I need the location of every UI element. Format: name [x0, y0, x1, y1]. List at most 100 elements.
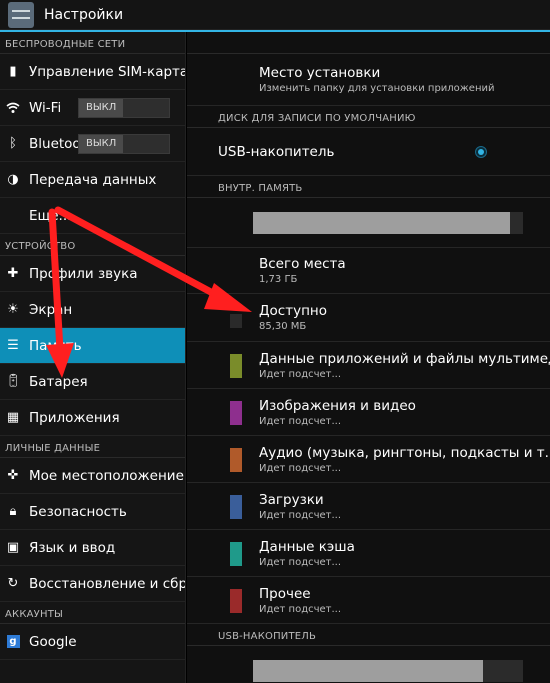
sidebar-item-label: Мое местоположение: [29, 467, 184, 484]
sidebar-item-label: Передача данных: [29, 171, 157, 188]
sidebar-item-label: Язык и ввод: [29, 539, 116, 556]
top-strip: [187, 32, 550, 54]
usb-storage-header: USB-НАКОПИТЕЛЬ: [187, 624, 550, 646]
app-title: Настройки: [44, 6, 124, 23]
sidebar-item-label: Еще...: [29, 207, 72, 224]
wifi-icon: [6, 101, 20, 115]
sidebar-item-label: Экран: [29, 301, 73, 318]
row-title: Всего места: [259, 256, 346, 272]
wifi-toggle[interactable]: ВЫКЛ: [78, 97, 170, 118]
title-bar: Настройки: [0, 0, 550, 30]
sidebar-item-security[interactable]: 🔒︎ Безопасность: [0, 494, 185, 530]
google-icon: g: [6, 635, 20, 649]
sidebar-item-google[interactable]: g Google: [0, 624, 185, 660]
sidebar-item-label: Восстановление и сброс: [29, 575, 185, 592]
row-value: 1,73 ГБ: [259, 274, 298, 285]
sidebar-item-data-usage[interactable]: ◑ Передача данных: [0, 162, 185, 198]
section-header-wireless: БЕСПРОВОДНЫЕ СЕТИ: [0, 32, 185, 54]
backup-icon: ↻: [7, 576, 19, 591]
category-status: Идет подсчет...: [259, 509, 342, 521]
sidebar-item-label: Google: [29, 633, 77, 650]
usb-usage-bar-row: [187, 646, 550, 683]
section-header-personal: ЛИЧНЫЕ ДАННЫЕ: [0, 436, 185, 458]
internal-usage-fill: [253, 212, 510, 234]
usb-option-label: USB-накопитель: [218, 143, 335, 160]
storage-icon: ☰: [7, 338, 19, 353]
toggle-label: ВЫКЛ: [79, 134, 124, 153]
sidebar-item-bluetooth[interactable]: ᛒ Bluetooth ВЫКЛ: [0, 126, 185, 162]
category-title: Данные приложений и файлы мультимедиа: [259, 350, 550, 367]
sidebar-item-label: Память: [29, 337, 82, 354]
sidebar-item-sim[interactable]: ▮ Управление SIM-картами: [0, 54, 185, 90]
category-title: Аудио (музыка, рингтоны, подкасты и т. п…: [259, 444, 550, 461]
sidebar-item-backup[interactable]: ↻ Восстановление и сброс: [0, 566, 185, 602]
category-apps-media[interactable]: Данные приложений и файлы мультимедиа Ид…: [187, 342, 550, 389]
sidebar-item-label: Приложения: [29, 409, 120, 426]
location-icon: ✜: [7, 468, 19, 483]
row-value: 85,30 МБ: [259, 321, 307, 332]
sound-icon: ✚: [7, 266, 19, 281]
sidebar-item-display[interactable]: ☀ Экран: [0, 292, 185, 328]
sidebar-item-apps[interactable]: ▦ Приложения: [0, 400, 185, 436]
category-color-swatch: [230, 495, 242, 519]
default-disk-header: ДИСК ДЛЯ ЗАПИСИ ПО УМОЛЧАНИЮ: [187, 106, 550, 128]
sidebar-item-label: Батарея: [29, 373, 88, 390]
category-cache[interactable]: Данные кэша Идет подсчет...: [187, 530, 550, 577]
category-images-video[interactable]: Изображения и видео Идет подсчет...: [187, 389, 550, 436]
sidebar-item-language[interactable]: ▣ Язык и ввод: [0, 530, 185, 566]
sidebar-item-sound[interactable]: ✚ Профили звука: [0, 256, 185, 292]
sidebar-item-storage[interactable]: ☰ Память: [0, 328, 185, 364]
battery-icon: 🔋︎: [4, 374, 22, 389]
sidebar-item-label: Управление SIM-картами: [29, 63, 185, 80]
section-header-accounts: АККАУНТЫ: [0, 602, 185, 624]
section-header-device: УСТРОЙСТВО: [0, 234, 185, 256]
display-icon: ☀: [7, 302, 19, 317]
total-space-row: Всего места 1,73 ГБ: [187, 248, 550, 294]
settings-app-icon[interactable]: [8, 1, 34, 28]
category-color-swatch: [230, 448, 242, 472]
available-space-row: Доступно 85,30 МБ: [187, 294, 550, 342]
row-title: Доступно: [259, 303, 327, 319]
category-status: Идет подсчет...: [259, 462, 342, 474]
category-status: Идет подсчет...: [259, 415, 342, 427]
install-location-row[interactable]: Место установки Изменить папку для устан…: [187, 54, 550, 106]
settings-sidebar: БЕСПРОВОДНЫЕ СЕТИ ▮ Управление SIM-карта…: [0, 32, 186, 683]
category-audio[interactable]: Аудио (музыка, рингтоны, подкасты и т. п…: [187, 436, 550, 483]
category-other[interactable]: Прочее Идет подсчет...: [187, 577, 550, 624]
usb-storage-option[interactable]: USB-накопитель: [187, 128, 550, 176]
toggle-label: ВЫКЛ: [79, 98, 124, 117]
available-color-swatch: [230, 314, 242, 328]
sidebar-item-label: Профили звука: [29, 265, 138, 282]
sidebar-item-more[interactable]: Еще...: [0, 198, 185, 234]
category-color-swatch: [230, 589, 242, 613]
category-title: Загрузки: [259, 491, 324, 508]
sidebar-item-wifi[interactable]: Wi-Fi ВЫКЛ: [0, 90, 185, 126]
row-title: Место установки: [259, 65, 381, 81]
sidebar-item-location[interactable]: ✜ Мое местоположение: [0, 458, 185, 494]
category-title: Прочее: [259, 585, 311, 602]
sim-icon: ▮: [9, 64, 17, 79]
storage-panel: Место установки Изменить папку для устан…: [187, 32, 550, 683]
category-status: Идет подсчет...: [259, 556, 342, 568]
keyboard-icon: ▣: [6, 540, 20, 555]
category-status: Идет подсчет...: [259, 368, 342, 380]
category-title: Изображения и видео: [259, 397, 416, 414]
usb-radio-button[interactable]: [475, 146, 487, 158]
bluetooth-toggle[interactable]: ВЫКЛ: [78, 133, 170, 154]
internal-usage-bar: [253, 212, 523, 234]
usb-usage-fill: [253, 660, 483, 682]
bluetooth-icon: ᛒ: [9, 136, 17, 151]
category-color-swatch: [230, 542, 242, 566]
category-downloads[interactable]: Загрузки Идет подсчет...: [187, 483, 550, 530]
row-subtitle: Изменить папку для установки приложений: [259, 83, 495, 94]
lock-icon: 🔒︎: [9, 504, 17, 519]
sidebar-item-battery[interactable]: 🔋︎ Батарея: [0, 364, 185, 400]
usb-usage-bar: [253, 660, 523, 682]
internal-usage-bar-row: [187, 198, 550, 248]
sidebar-item-label: Безопасность: [29, 503, 127, 520]
category-color-swatch: [230, 354, 242, 378]
sidebar-item-label: Wi-Fi: [29, 99, 62, 116]
category-color-swatch: [230, 401, 242, 425]
data-usage-icon: ◑: [7, 172, 19, 187]
category-title: Данные кэша: [259, 538, 355, 555]
